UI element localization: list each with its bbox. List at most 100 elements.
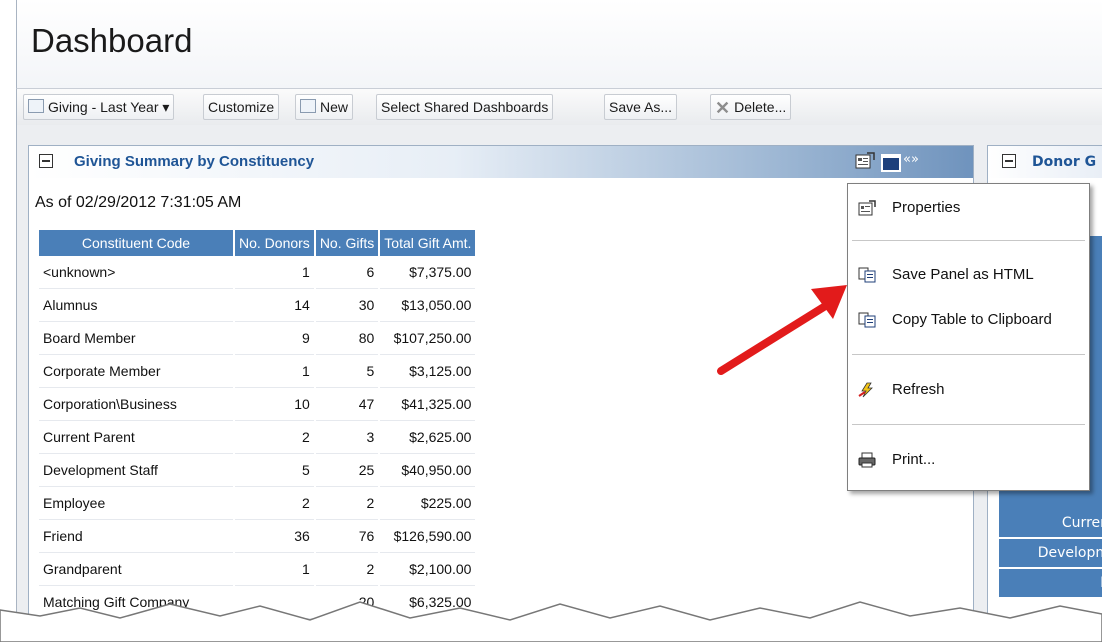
new-button[interactable]: New — [295, 94, 354, 120]
delete-x-icon: ✕ — [715, 98, 731, 118]
menu-item-label: Save Panel as HTML — [892, 266, 1034, 283]
torn-edge-decoration — [0, 601, 1102, 642]
menu-item-properties[interactable]: Properties — [848, 190, 1089, 226]
app-window: Dashboard Giving - Last Year ▾ Customize… — [0, 0, 1102, 642]
table-row[interactable]: <unknown> 1 6 $7,375.00 — [39, 256, 478, 289]
constituent-code-cell: Friend — [39, 519, 235, 553]
gift-amount-cell: $126,590.00 — [379, 519, 478, 553]
donor-panel-title: Donor G — [1032, 154, 1097, 170]
table-row[interactable]: Corporation\Business 10 47 $41,325.00 — [39, 387, 478, 421]
toolbar: Giving - Last Year ▾ Customize New Selec… — [16, 88, 1102, 126]
as-of-timestamp: As of 02/29/2012 7:31:05 AM — [35, 194, 242, 211]
table-row[interactable]: Development Staff 5 25 $40,950.00 — [39, 453, 478, 487]
giving-last-year-dropdown[interactable]: Giving - Last Year ▾ — [23, 94, 175, 120]
constituent-code-cell: Alumnus — [39, 288, 235, 322]
gift-amount-cell: $2,625.00 — [379, 420, 478, 454]
constituent-code-cell: Current Parent — [39, 420, 235, 454]
constituent-code-cell: Corporation\Business — [39, 387, 235, 421]
new-button-label: New — [320, 99, 349, 115]
donor-row-label: E — [999, 569, 1102, 599]
column-header[interactable]: Total Gift Amt. — [379, 230, 478, 256]
gift-amount-cell: $13,050.00 — [379, 288, 478, 322]
table-row[interactable]: Alumnus 14 30 $13,050.00 — [39, 288, 478, 322]
menu-separator — [852, 354, 1085, 355]
select-shared-dashboards-button[interactable]: Select Shared Dashboards — [376, 94, 554, 120]
expand-chevrons-icon[interactable]: «» — [903, 152, 919, 167]
column-header[interactable]: Constituent Code — [39, 230, 235, 256]
properties-icon — [858, 200, 876, 216]
menu-item-refresh[interactable]: Refresh — [848, 372, 1089, 408]
panel-title: Giving Summary by Constituency — [74, 153, 315, 170]
delete-button-label: Delete... — [734, 99, 787, 115]
menu-separator — [852, 240, 1085, 241]
donor-row-label: Developm — [999, 539, 1102, 569]
donor-row-label: Curren — [999, 509, 1102, 539]
panel-context-menu: Properties Save Panel as HTML Copy Table… — [847, 183, 1090, 491]
table-row[interactable]: Grandparent 1 2 $2,100.00 — [39, 552, 478, 586]
table-row[interactable]: Friend 36 76 $126,590.00 — [39, 519, 478, 553]
donor-count-cell: 2 — [234, 420, 316, 454]
gift-count-cell: 47 — [314, 387, 381, 421]
menu-item-label: Print... — [892, 451, 936, 468]
menu-separator — [852, 424, 1085, 425]
constituent-code-cell: Grandparent — [39, 552, 235, 586]
menu-item-print[interactable]: Print... — [848, 442, 1089, 478]
donor-count-cell: 1 — [234, 354, 316, 388]
giving-summary-panel: Giving Summary by Constituency «» As of … — [28, 145, 974, 642]
donor-count-cell: 36 — [234, 519, 316, 553]
menu-item-copy-table[interactable]: Copy Table to Clipboard — [848, 302, 1089, 338]
column-header[interactable]: No. Gifts — [314, 230, 381, 256]
gift-count-cell: 5 — [314, 354, 381, 388]
donor-panel-header: Donor G — [988, 146, 1102, 178]
table-row[interactable]: Current Parent 2 3 $2,625.00 — [39, 420, 478, 454]
gift-count-cell: 30 — [314, 288, 381, 322]
table-row[interactable]: Corporate Member 1 5 $3,125.00 — [39, 354, 478, 388]
gift-amount-cell: $225.00 — [379, 486, 478, 520]
donor-count-cell: 2 — [234, 486, 316, 520]
gift-count-cell: 80 — [314, 321, 381, 355]
gift-amount-cell: $107,250.00 — [379, 321, 478, 355]
donor-count-cell: 1 — [234, 552, 316, 586]
giving-dropdown-label: Giving - Last Year ▾ — [48, 99, 170, 115]
constituent-code-cell: Employee — [39, 486, 235, 520]
gift-count-cell: 2 — [314, 486, 381, 520]
delete-button[interactable]: ✕ Delete... — [710, 94, 792, 120]
menu-item-label: Properties — [892, 199, 961, 216]
menu-item-label: Refresh — [892, 381, 945, 398]
donor-panel-collapse-toggle[interactable] — [1002, 154, 1016, 168]
gift-count-cell: 76 — [314, 519, 381, 553]
red-arrow-annotation — [717, 285, 847, 375]
panel-header: Giving Summary by Constituency «» — [29, 146, 973, 178]
gift-count-cell: 25 — [314, 453, 381, 487]
donor-count-cell: 9 — [234, 321, 316, 355]
gift-amount-cell: $2,100.00 — [379, 552, 478, 586]
table-row[interactable]: Board Member 9 80 $107,250.00 — [39, 321, 478, 355]
constituent-code-cell: Development Staff — [39, 453, 235, 487]
page-title: Dashboard — [31, 22, 193, 59]
maximize-icon[interactable] — [881, 154, 901, 172]
donor-count-cell: 5 — [234, 453, 316, 487]
save-as-button[interactable]: Save As... — [604, 94, 678, 120]
dashboard-icon — [28, 99, 44, 113]
gift-count-cell: 2 — [314, 552, 381, 586]
gift-amount-cell: $40,950.00 — [379, 453, 478, 487]
table-row[interactable]: Employee 2 2 $225.00 — [39, 486, 478, 520]
properties-icon[interactable] — [855, 152, 875, 170]
gift-amount-cell: $3,125.00 — [379, 354, 478, 388]
constituent-code-cell: Corporate Member — [39, 354, 235, 388]
gift-amount-cell: $41,325.00 — [379, 387, 478, 421]
customize-button[interactable]: Customize — [203, 94, 280, 120]
title-bar: Dashboard — [16, 0, 1102, 88]
constituent-code-cell: Board Member — [39, 321, 235, 355]
table-header-row: Constituent Code No. Donors No. Gifts To… — [39, 230, 478, 256]
donor-count-cell: 1 — [234, 256, 316, 289]
gift-count-cell: 3 — [314, 420, 381, 454]
column-header[interactable]: No. Donors — [234, 230, 316, 256]
giving-summary-table: Constituent Code No. Donors No. Gifts To… — [39, 230, 478, 619]
menu-item-label: Copy Table to Clipboard — [892, 311, 1052, 328]
gift-amount-cell: $7,375.00 — [379, 256, 478, 289]
menu-item-save-panel-html[interactable]: Save Panel as HTML — [848, 257, 1089, 293]
collapse-toggle[interactable] — [39, 154, 53, 168]
donor-count-cell: 10 — [234, 387, 316, 421]
constituent-code-cell: <unknown> — [39, 256, 235, 289]
